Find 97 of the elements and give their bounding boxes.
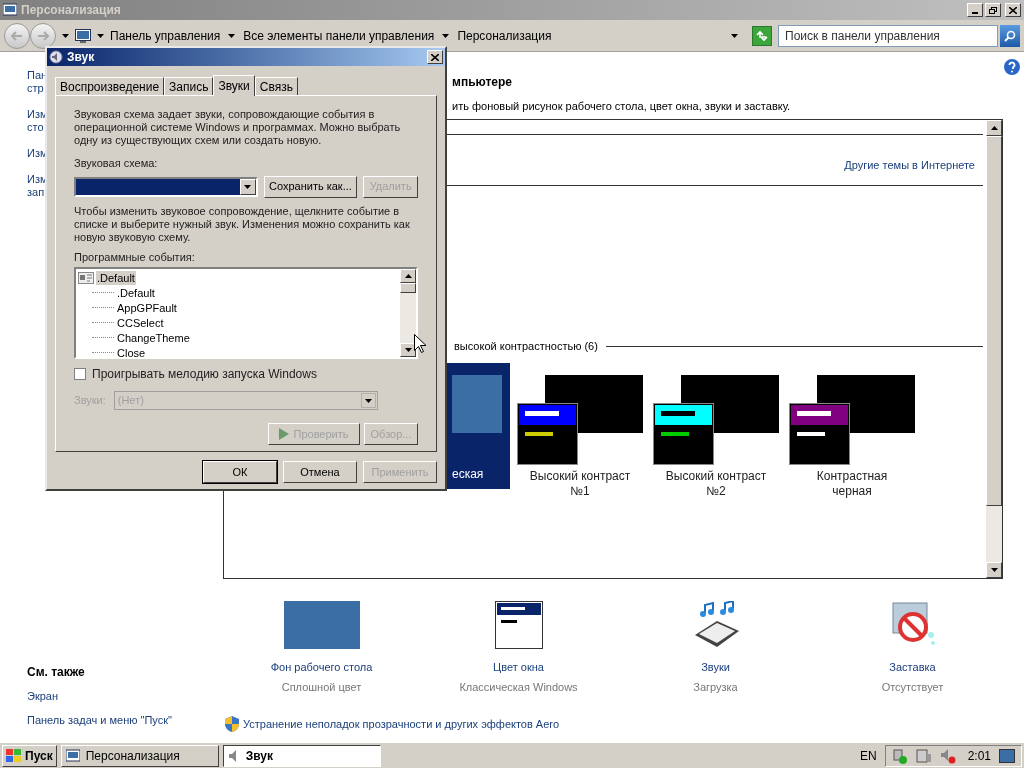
setting-link[interactable]: Фон рабочего стола xyxy=(270,658,373,675)
muted-speaker-icon[interactable] xyxy=(939,747,956,764)
scrollbar-thumb[interactable] xyxy=(400,283,416,293)
play-icon xyxy=(279,428,290,440)
see-also-link[interactable]: Панель задач и меню "Пуск" xyxy=(27,711,223,728)
scrollbar-thumb[interactable] xyxy=(986,135,1002,506)
list-icon xyxy=(78,271,94,284)
clock: 2:01 xyxy=(967,747,991,765)
section-title: высокой контрастностью (6) xyxy=(454,339,598,354)
window-icon xyxy=(3,3,17,17)
theme-preview-icon xyxy=(789,374,915,465)
dialog-button[interactable]: Сохранить как... xyxy=(263,175,358,198)
close-button[interactable] xyxy=(427,50,443,64)
events-label: Программные события: xyxy=(74,249,196,265)
caret-icon xyxy=(731,33,738,38)
see-also-title: См. также xyxy=(27,664,86,681)
setting-value: Классическая Windows xyxy=(459,680,578,695)
dialog-button[interactable]: ОК xyxy=(203,461,277,483)
event-item[interactable]: AppGPFault xyxy=(116,300,178,315)
theme-name: Высокий контраст №1 xyxy=(528,468,632,499)
caret-icon xyxy=(228,33,236,38)
scheme-dropdown[interactable] xyxy=(74,176,258,197)
close-icon xyxy=(431,53,439,61)
page-heading: мпьютере xyxy=(452,74,513,91)
event-item[interactable]: ChangeTheme xyxy=(116,330,191,345)
window-title: Персонализация xyxy=(21,2,121,19)
event-item[interactable]: CCSelect xyxy=(116,315,165,330)
caret-icon xyxy=(364,398,372,403)
page-description: ить фоновый рисунок рабочего стола, цвет окна, звуки и заставку. xyxy=(452,99,792,114)
theme-preview-icon xyxy=(517,374,643,465)
setting-link[interactable]: Цвет окна xyxy=(493,658,544,675)
event-item[interactable]: .Default xyxy=(96,270,136,285)
maximize-button[interactable] xyxy=(985,3,1001,17)
setting-value: Сплошной цвет xyxy=(281,680,362,695)
caret-icon xyxy=(62,33,69,38)
caret-icon xyxy=(404,348,412,352)
scheme-label: Звуковая схема: xyxy=(74,156,159,171)
scroll-up-icon[interactable] xyxy=(990,125,998,130)
windows-logo xyxy=(6,748,22,763)
breadcrumb[interactable]: Панель управления xyxy=(110,26,221,45)
theme-name: еская xyxy=(452,465,485,483)
help-icon xyxy=(1003,58,1021,76)
setting-value: Загрузка xyxy=(693,680,738,695)
dialog-button[interactable]: Отмена xyxy=(283,461,357,483)
breadcrumb[interactable]: Персонализация xyxy=(457,26,552,45)
event-item[interactable]: .Default xyxy=(116,285,156,300)
caret-icon xyxy=(97,33,104,38)
tab[interactable]: Воспроизведение xyxy=(55,77,165,95)
language-indicator[interactable]: EN xyxy=(859,746,877,765)
speaker-icon xyxy=(49,50,63,64)
theme-tile[interactable]: еская xyxy=(444,362,510,489)
breadcrumb[interactable]: Все элементы панели управления xyxy=(243,26,435,45)
forward-arrow-icon xyxy=(37,30,49,41)
scroll-down-icon[interactable] xyxy=(990,567,998,572)
taskbar-button[interactable]: Звук xyxy=(222,744,381,767)
scheme-description: Звуковая схема задает звуки, сопровождающие события в операционной системе Windows и программах. Можно выбрать одну из существующих схем или создать новую. xyxy=(74,108,402,147)
search-icon xyxy=(1004,29,1016,42)
event-item[interactable]: Close xyxy=(116,345,147,357)
see-also-link[interactable]: Экран xyxy=(27,688,223,705)
checkbox[interactable] xyxy=(74,368,86,380)
tab[interactable]: Связь xyxy=(254,77,298,95)
events-hint: Чтобы изменить звуковое сопровождение, щелкните событие в списке и выберите нужный звук. Изменения можно сохранить как новую звуковую схему. xyxy=(74,204,411,244)
setting-link[interactable]: Звуки xyxy=(701,658,730,675)
refresh-icon xyxy=(755,29,769,42)
window-icon xyxy=(65,748,80,763)
scrollbar[interactable] xyxy=(400,269,416,357)
shield-icon xyxy=(225,715,239,732)
start-button[interactable]: Пуск xyxy=(2,744,57,767)
close-icon xyxy=(1009,6,1017,14)
back-arrow-icon xyxy=(11,30,23,41)
color-swatch-icon xyxy=(283,600,360,649)
minimize-button[interactable] xyxy=(967,3,983,17)
checkbox-label: Проигрывать мелодию запуска Windows xyxy=(92,366,317,383)
refresh-button[interactable] xyxy=(752,25,772,46)
restore-icon xyxy=(989,6,997,14)
close-button[interactable] xyxy=(1005,3,1021,17)
tab[interactable]: Звуки xyxy=(213,75,255,96)
desktop-icon[interactable] xyxy=(999,748,1015,763)
search-button[interactable] xyxy=(1000,24,1020,47)
scroll-up-icon[interactable] xyxy=(404,274,412,278)
tab[interactable]: Запись xyxy=(164,77,214,95)
window-icon xyxy=(494,600,543,649)
aero-troubleshoot-link[interactable]: Устранение неполадок прозрачности и других эффектов Aero xyxy=(243,715,560,732)
theme-name: Контрастная черная xyxy=(815,468,889,499)
theme-name: Высокий контраст №2 xyxy=(664,468,768,499)
search-field[interactable]: Поиск в панели управления xyxy=(778,24,998,47)
theme-preview-icon xyxy=(653,374,779,465)
dialog-title: Звук xyxy=(67,49,95,66)
caret-icon xyxy=(244,184,252,189)
online-themes-link[interactable]: Другие темы в Интернете xyxy=(844,156,975,173)
setting-link[interactable]: Заставка xyxy=(889,658,936,675)
control-panel-icon xyxy=(75,27,91,44)
setting-value: Отсутствует xyxy=(881,680,944,695)
scrollbar[interactable] xyxy=(986,119,1002,578)
taskbar-button[interactable]: Персонализация xyxy=(60,744,219,767)
caret-icon xyxy=(442,33,450,38)
desktop-preview-icon xyxy=(452,374,502,433)
